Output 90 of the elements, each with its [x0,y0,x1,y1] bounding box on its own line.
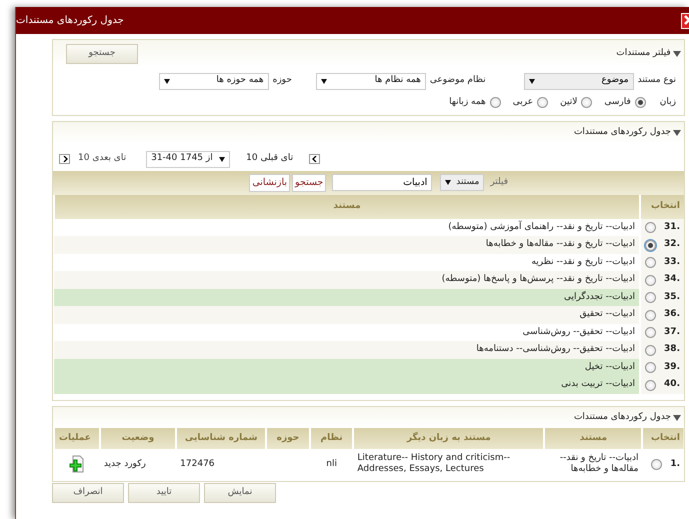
collapse-icon[interactable] [673,50,681,57]
column-header: مستند به زبان دیگر [353,428,544,450]
radio-button[interactable] [645,274,656,286]
column-header: عملیات [54,428,100,450]
row-number: .37 [664,326,680,339]
radio-button[interactable] [645,222,656,233]
table-cell: ادبیات-- تجددگرایی [54,288,640,306]
chevron-icon [312,156,318,162]
table-cell: ادبیات-- تاریخ و نقد-- مقاله‌ها و خطابه‌ها [544,449,642,480]
table-cell: ادبیات-- تحقیق [54,306,640,324]
radio-button[interactable] [645,257,656,268]
row-number: .39 [664,360,680,374]
row-number: .32 [664,238,680,252]
radio-label: لاتین [560,96,578,108]
radio-button[interactable] [645,240,656,250]
panel-title: جدول رکوردهای مستندات [574,126,671,139]
dropdown[interactable]: همه حوزه ها [158,72,269,90]
add-document-icon[interactable] [68,455,85,474]
table-cell: رکورد جدید [100,449,176,480]
radio-button[interactable] [645,362,656,373]
table-cell: ادبیات-- تربیت بدنی [54,376,640,394]
search-button[interactable]: جستجو [292,174,326,192]
table-cell: ادبیات-- تحقیق-- روش‌شناسی [54,324,640,342]
filter-label: فیلتر [490,176,508,189]
table-cell: 172476 [176,449,266,480]
radio-label: همه زبانها [449,96,486,108]
radio-button[interactable] [645,310,656,320]
field-label: زبان [660,96,676,108]
next-page-button[interactable] [59,154,70,164]
caret-icon [219,156,226,162]
dialog-button[interactable]: تایید [128,483,200,503]
collapse-icon[interactable] [673,130,681,136]
chevron-icon [62,156,68,162]
row-number: .38 [664,343,680,356]
field-label: نظام موضوعی [430,74,486,88]
radio-button[interactable] [645,292,656,303]
reset-button[interactable]: بازنشانی [249,174,290,192]
previous-page-button[interactable] [309,154,320,164]
table-cell: ادبیات-- تاریخ و نقد-- مقاله‌ها و خطابه‌ها [54,236,640,254]
collapse-icon[interactable] [673,414,681,420]
radio-button[interactable] [645,327,656,338]
dialog-button[interactable]: انصراف [52,483,124,503]
dropdown: موضوع [524,72,634,90]
table-cell: Literature-- History and criticism-- Addresses, Essays, Lectures [353,449,544,480]
row-number: .31 [664,220,680,234]
radio-label: عربی [512,96,534,108]
pager-link[interactable]: 10 تای بعدی [78,152,126,166]
radio-button[interactable] [537,96,548,108]
column-header: شماره شناسایی [176,428,266,450]
table-cell: ادبیات-- تخیل [54,358,640,376]
panel-title: جدول رکوردهای مستندات [574,410,671,424]
radio-button[interactable] [581,96,592,108]
column-header: انتخاب [642,428,684,450]
caret-icon [528,78,535,84]
page-range-dropdown[interactable]: 31-40 از 1745 [146,150,230,168]
window-title: جدول رکوردهای مستندات [16,14,124,28]
radio-label: فارسی [604,96,631,108]
filter-input[interactable]: ادبیات [332,174,432,192]
row-number: .34 [664,273,680,286]
panel-title: فیلتر مستندات [616,47,671,60]
radio-button[interactable] [490,96,501,108]
row-number: .1 [670,458,680,470]
table-cell: nli [310,449,354,480]
column-header: وضعیت [100,428,176,450]
pager-link[interactable]: 10 تای قبلی [246,152,294,166]
dialog-button[interactable]: نمایش [204,483,276,503]
column-header: نظام [310,428,354,450]
field-label: حوزه [272,74,292,88]
column-header: مستند [544,428,642,450]
radio-button[interactable] [634,96,646,108]
field-label: نوع مستند [638,74,676,88]
caret-icon [164,78,170,84]
table-cell: ادبیات-- تاریخ و نقد-- نظریه [54,254,640,272]
table-cell: ادبیات-- تحقیق-- روش‌شناسی-- دستنامه‌ها [54,341,640,359]
filter-dropdown[interactable]: مستند [440,174,484,192]
radio-button[interactable] [651,458,662,470]
row-number: .35 [664,290,680,304]
panel-header[interactable]: جدول رکوردهای مستندات [53,406,684,428]
table-cell: ادبیات-- تاریخ و نقد-- راهنمای آموزشی (متوسطه) [54,218,640,236]
row-number: .33 [664,256,680,269]
row-number: .40 [664,378,680,392]
column-header: حوزه [266,428,310,450]
dropdown[interactable]: همه نظام ها [316,72,426,90]
search-button[interactable]: جستجو [66,44,138,64]
radio-button[interactable] [645,380,656,390]
caret-icon [445,180,452,186]
row-number: .36 [664,308,680,322]
table-cell: ادبیات-- تاریخ و نقد-- پرسش‌ها و پاسخ‌ها (متوسطه) [54,271,640,289]
radio-button[interactable] [645,344,656,356]
caret-icon [320,78,327,84]
